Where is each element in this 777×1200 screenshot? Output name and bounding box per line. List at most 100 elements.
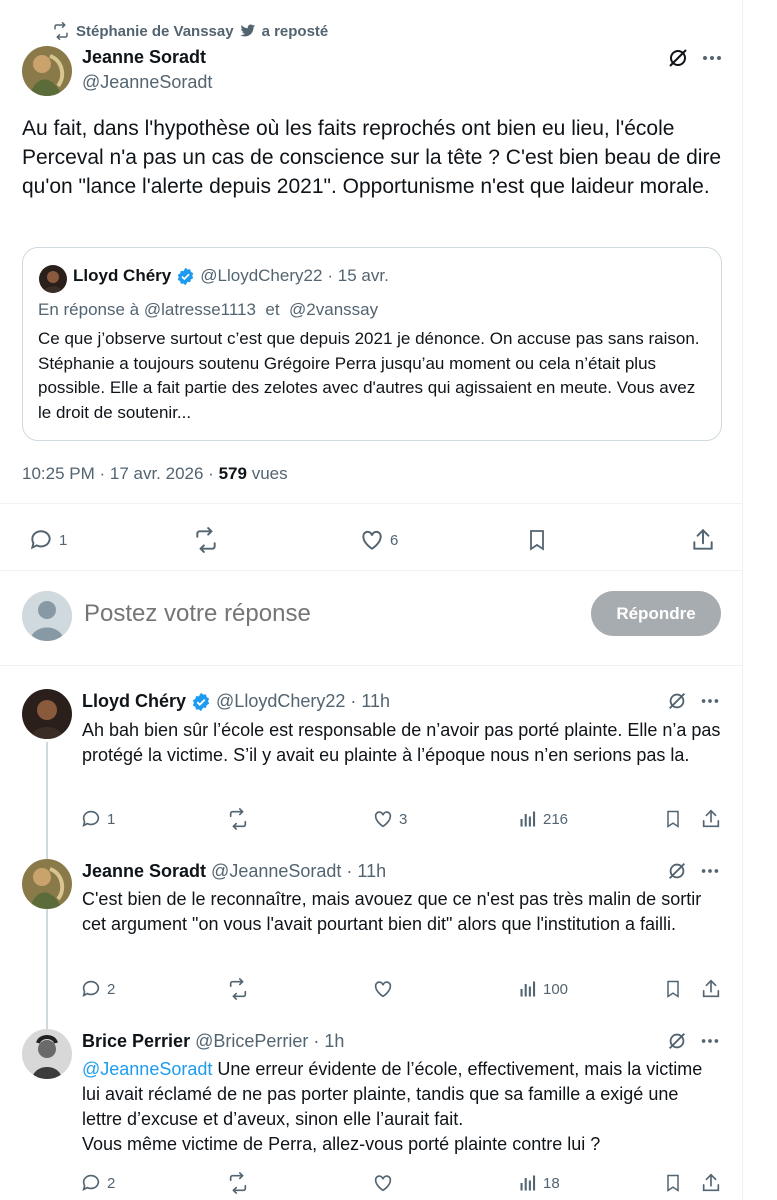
repost-button[interactable] <box>226 808 250 830</box>
share-icon <box>700 1172 722 1194</box>
grok-icon[interactable] <box>666 1030 688 1052</box>
avatar[interactable] <box>22 689 72 739</box>
avatar[interactable] <box>22 859 72 909</box>
more-icon[interactable] <box>699 1030 721 1052</box>
author-handle[interactable]: @JeanneSoradt <box>82 72 212 93</box>
share-button[interactable] <box>700 978 722 1000</box>
grok-icon[interactable] <box>666 46 690 70</box>
reply-text: C'est bien de le reconnaître, mais avoue… <box>82 889 702 934</box>
author-handle[interactable]: @JeanneSoradt <box>211 861 341 882</box>
share-button[interactable] <box>690 527 716 553</box>
tweet-text: Au fait, dans l'hypothèse où les faits r… <box>22 117 722 198</box>
reply-text-line: Vous même victime de Perra, allez-vous p… <box>82 1134 601 1154</box>
share-button[interactable] <box>700 808 722 830</box>
like-button[interactable]: 6 <box>359 527 398 553</box>
reply-text: @JeanneSoradt Une erreur évidente de l’é… <box>82 1057 722 1132</box>
reply-header: Brice Perrier @BricePerrier · 1h <box>82 1031 344 1052</box>
bookmark-icon <box>525 527 549 553</box>
reply-icon <box>28 527 54 553</box>
views-count: 18 <box>543 1174 560 1192</box>
share-icon <box>700 978 722 1000</box>
views-icon <box>518 1172 538 1194</box>
author-name[interactable]: Brice Perrier <box>82 1031 190 1052</box>
quote-author-handle: @LloydChery22 <box>200 266 323 285</box>
repost-button[interactable] <box>226 1172 250 1194</box>
bookmark-button[interactable] <box>663 978 683 1000</box>
reply-submit-button[interactable]: Répondre <box>591 591 721 636</box>
author-name[interactable]: Jeanne Soradt <box>82 47 206 68</box>
reply-mention[interactable]: @2vanssay <box>289 300 378 319</box>
views-label: vues <box>251 464 288 483</box>
like-icon <box>372 978 394 1000</box>
views-button[interactable]: 100 <box>518 978 568 1000</box>
repost-user[interactable]: Stéphanie de Vanssay <box>76 23 234 40</box>
reply-prefix: En réponse à <box>38 300 140 319</box>
more-icon[interactable] <box>699 690 721 712</box>
author-handle[interactable]: @LloydChery22 <box>216 691 345 712</box>
repost-icon <box>52 22 70 40</box>
author-handle[interactable]: @BricePerrier <box>195 1031 308 1052</box>
repost-suffix: a reposté <box>261 22 329 40</box>
bookmark-icon <box>663 978 683 1000</box>
share-button[interactable] <box>700 1172 722 1194</box>
divider <box>0 503 743 504</box>
share-icon <box>690 527 716 553</box>
repost-icon <box>192 527 220 553</box>
reply-time[interactable]: · 1h <box>313 1031 344 1052</box>
views-icon <box>518 808 538 830</box>
mention-link[interactable]: @JeanneSoradt <box>82 1059 212 1079</box>
reply-count: 2 <box>107 980 116 998</box>
reply-time[interactable]: · 11h <box>346 861 386 882</box>
repost-button[interactable] <box>226 978 250 1000</box>
avatar[interactable] <box>22 1029 72 1079</box>
quote-author-name: Lloyd Chéry <box>73 266 172 285</box>
repost-header: Stéphanie de Vanssay a reposté <box>52 20 328 42</box>
views-button[interactable]: 18 <box>518 1172 560 1194</box>
more-icon[interactable] <box>700 46 724 70</box>
repost-icon <box>226 1172 250 1194</box>
reply-count: 1 <box>107 810 116 828</box>
bookmark-button[interactable] <box>525 527 549 553</box>
reply-mention[interactable]: @latresse1113 <box>144 300 256 319</box>
tweet-meta: 10:25 PM · 17 avr. 2026 · 579 vues <box>22 464 288 484</box>
reply-text: Ah bah bien sûr l’école est responsable … <box>82 720 721 765</box>
quote-date: · 15 avr. <box>327 266 389 285</box>
reply-button[interactable]: 1 <box>28 527 67 553</box>
views-count: 100 <box>543 980 569 998</box>
avatar[interactable] <box>22 46 72 96</box>
reply-button[interactable]: 2 <box>80 1172 115 1194</box>
repost-button[interactable] <box>192 527 220 553</box>
author-name[interactable]: Jeanne Soradt <box>82 861 206 882</box>
more-icon[interactable] <box>699 860 721 882</box>
bookmark-button[interactable] <box>663 1172 683 1194</box>
grok-icon[interactable] <box>666 690 688 712</box>
like-button[interactable] <box>372 978 394 1000</box>
reply-input[interactable] <box>84 600 564 628</box>
grok-icon[interactable] <box>666 860 688 882</box>
reply-icon <box>80 1172 102 1194</box>
reply-button[interactable]: 2 <box>80 978 115 1000</box>
verified-icon <box>176 267 195 286</box>
bookmark-button[interactable] <box>663 808 683 830</box>
like-button[interactable] <box>372 1172 394 1194</box>
like-icon <box>372 1172 394 1194</box>
reply-button[interactable]: 1 <box>80 808 115 830</box>
timestamp[interactable]: 10:25 PM · 17 avr. 2026 · <box>22 464 214 483</box>
reply-header: Lloyd Chéry @LloydChery22 · 11h <box>82 691 390 712</box>
avatar <box>22 591 72 641</box>
quoted-tweet[interactable]: Lloyd Chéry @LloydChery22 · 15 avr. En r… <box>22 247 722 441</box>
reply-icon <box>80 808 102 830</box>
views-count: 216 <box>543 810 569 828</box>
views-icon <box>518 978 538 1000</box>
reply-time[interactable]: · 11h <box>350 691 390 712</box>
author-name[interactable]: Lloyd Chéry <box>82 691 186 712</box>
views-count: 579 <box>218 464 247 483</box>
reply-count: 2 <box>107 1174 116 1192</box>
views-button[interactable]: 216 <box>518 808 568 830</box>
divider <box>0 665 743 666</box>
like-button[interactable]: 3 <box>372 808 407 830</box>
reply-and: et <box>265 300 280 319</box>
like-icon <box>372 808 394 830</box>
divider <box>0 570 743 571</box>
quote-text: Ce que j’observe surtout c’est que depui… <box>38 329 700 422</box>
